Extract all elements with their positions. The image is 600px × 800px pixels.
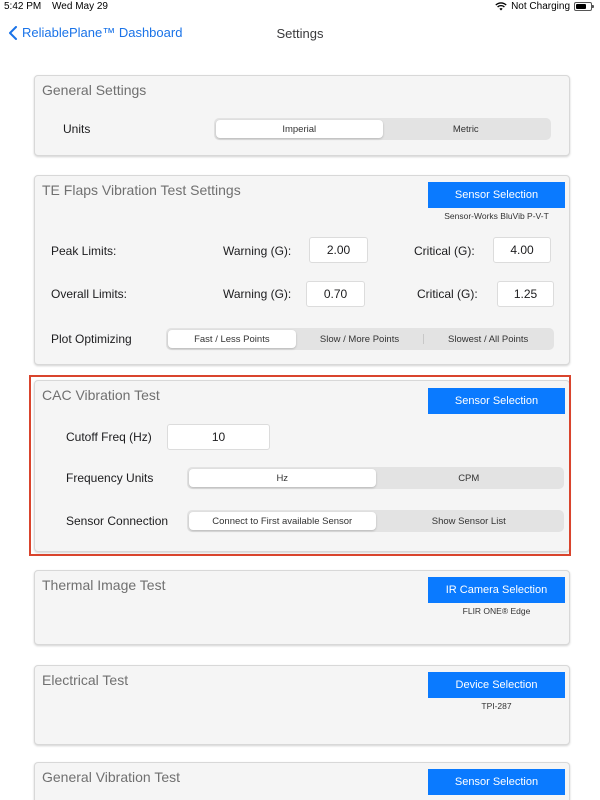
overall-critical-label: Critical (G):: [417, 287, 478, 301]
card-title: TE Flaps Vibration Test Settings: [42, 182, 241, 198]
units-option-imperial[interactable]: Imperial: [216, 120, 383, 138]
overall-warning-label: Warning (G):: [223, 287, 292, 301]
plot-option-slowest[interactable]: Slowest / All Points: [424, 330, 552, 348]
general-vibration-card: General Vibration Test Sensor Selection: [34, 762, 570, 800]
plot-option-slow[interactable]: Slow / More Points: [296, 330, 424, 348]
sensor-connection-segmented-control: Connect to First available Sensor Show S…: [187, 510, 564, 532]
wifi-icon: [495, 2, 507, 11]
sensor-name: Sensor-Works BluVib P-V-T: [444, 211, 549, 221]
page-title: Settings: [276, 26, 324, 41]
card-title: Thermal Image Test: [42, 577, 166, 593]
peak-warning-label: Warning (G):: [223, 244, 292, 258]
plot-option-fast[interactable]: Fast / Less Points: [168, 330, 296, 348]
cac-vibration-card: CAC Vibration Test Sensor Selection Cuto…: [34, 380, 570, 552]
cutoff-freq-input[interactable]: 10: [167, 424, 270, 450]
freq-units-option-cpm[interactable]: CPM: [376, 469, 563, 487]
battery-icon: [574, 2, 594, 11]
frequency-units-label: Frequency Units: [66, 471, 154, 485]
sensor-selection-button[interactable]: Sensor Selection: [428, 388, 565, 414]
overall-limits-label: Overall Limits:: [51, 287, 128, 301]
card-title: CAC Vibration Test: [42, 387, 160, 403]
overall-warning-input[interactable]: 0.70: [306, 281, 365, 307]
device-name: TPI-287: [481, 701, 512, 711]
sensor-conn-option-list[interactable]: Show Sensor List: [376, 512, 563, 530]
frequency-units-segmented-control: Hz CPM: [187, 467, 564, 489]
camera-name: FLIR ONE® Edge: [462, 606, 531, 616]
navigation-bar: ReliablePlane™ Dashboard Settings: [0, 18, 600, 48]
ir-camera-selection-button[interactable]: IR Camera Selection: [428, 577, 565, 603]
units-label: Units: [63, 122, 91, 136]
units-segmented-control: Imperial Metric: [214, 118, 551, 140]
card-title: General Settings: [42, 82, 147, 98]
sensor-conn-option-first[interactable]: Connect to First available Sensor: [189, 512, 376, 530]
status-bar: 5:42 PM Wed May 29 Not Charging: [0, 0, 600, 14]
cutoff-freq-label: Cutoff Freq (Hz): [66, 430, 152, 444]
thermal-image-card: Thermal Image Test IR Camera Selection F…: [34, 570, 570, 645]
plot-optimizing-segmented-control: Fast / Less Points Slow / More Points Sl…: [166, 328, 554, 350]
device-selection-button[interactable]: Device Selection: [428, 672, 565, 698]
peak-critical-label: Critical (G):: [414, 244, 475, 258]
peak-critical-input[interactable]: 4.00: [493, 237, 551, 263]
status-date: Wed May 29: [52, 1, 108, 12]
sensor-selection-button[interactable]: Sensor Selection: [428, 769, 565, 795]
electrical-test-card: Electrical Test Device Selection TPI-287: [34, 665, 570, 745]
sensor-selection-button[interactable]: Sensor Selection: [428, 182, 565, 208]
freq-units-option-hz[interactable]: Hz: [189, 469, 376, 487]
card-title: Electrical Test: [42, 672, 129, 688]
sensor-connection-label: Sensor Connection: [66, 514, 169, 528]
peak-limits-label: Peak Limits:: [51, 244, 117, 258]
te-flaps-card: TE Flaps Vibration Test Settings Sensor …: [34, 175, 570, 365]
plot-optimizing-label: Plot Optimizing: [51, 332, 132, 346]
general-settings-card: General Settings Units Imperial Metric: [34, 75, 570, 156]
card-title: General Vibration Test: [42, 769, 181, 785]
overall-critical-input[interactable]: 1.25: [497, 281, 554, 307]
charging-status: Not Charging: [511, 1, 570, 12]
units-option-metric[interactable]: Metric: [383, 120, 550, 138]
status-time: 5:42 PM: [4, 1, 42, 12]
peak-warning-input[interactable]: 2.00: [309, 237, 368, 263]
